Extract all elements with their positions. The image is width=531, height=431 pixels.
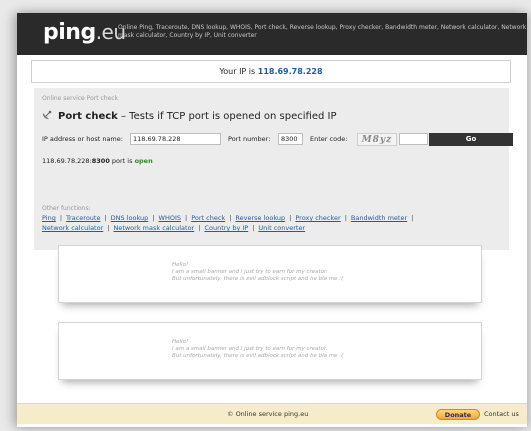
banner-line: But unfortunately, there is evil adblock… <box>172 353 344 359</box>
result-port: 8300 <box>91 157 110 165</box>
separator: | <box>104 214 107 222</box>
satellite-dish-icon <box>42 110 52 120</box>
separator: | <box>59 214 63 222</box>
link-unit-converter[interactable]: Unit converter <box>258 224 305 232</box>
site-logo[interactable]: ping.eu <box>43 20 126 45</box>
result-prefix: 118.69.78.228: <box>42 157 92 165</box>
code-label: Enter code: <box>310 135 348 143</box>
site-header: ping.eu Online Ping, Traceroute, DNS loo… <box>17 13 527 55</box>
ip-label: Your IP is <box>219 67 256 76</box>
donate-button[interactable]: Donate <box>436 409 480 420</box>
separator: | <box>107 224 110 232</box>
status-badge: open <box>134 157 153 165</box>
host-label: IP address or host name: <box>42 135 123 143</box>
separator: | <box>411 214 414 222</box>
page: ping.eu Online Ping, Traceroute, DNS loo… <box>17 13 527 427</box>
separator: | <box>185 214 188 222</box>
title-rest: – Tests if TCP port is opened on specifi… <box>117 111 337 122</box>
port-check-form: IP address or host name: Port number: En… <box>42 133 513 147</box>
code-input[interactable] <box>399 133 428 145</box>
link-proxy-checker[interactable]: Proxy checker <box>295 214 340 222</box>
link-dns-lookup[interactable]: DNS lookup <box>111 214 149 222</box>
result-middle: port is <box>109 157 135 165</box>
link-country-by-ip[interactable]: Country by IP <box>204 224 248 232</box>
host-input[interactable] <box>130 133 221 145</box>
other-functions-heading: Other functions: <box>42 205 91 212</box>
breadcrumb: Online service Port check <box>42 95 119 102</box>
port-input[interactable] <box>278 133 303 145</box>
site-footer: © Online service ping.eu Donate Contact … <box>17 403 527 424</box>
result-text: 118.69.78.228:8300 port is open <box>42 157 153 165</box>
link-network-calculator[interactable]: Network calculator <box>42 224 103 232</box>
separator: | <box>252 224 255 232</box>
port-label: Port number: <box>228 135 271 143</box>
link-traceroute[interactable]: Traceroute <box>66 214 100 222</box>
footer-copyright: © Online service ping.eu <box>227 410 309 418</box>
banner-line: I am a small banner and I just try to ea… <box>172 346 328 352</box>
tool-panel: Online service Port check Port check – T… <box>34 88 513 250</box>
ad-banner[interactable]: Hello! I am a small banner and I just tr… <box>58 322 482 380</box>
go-button[interactable]: Go <box>429 133 513 146</box>
logo-main: ping <box>43 20 96 45</box>
link-bandwidth-meter[interactable]: Bandwidth meter <box>351 214 407 222</box>
banner-text: Hello! I am a small banner and I just tr… <box>172 339 343 360</box>
title-bold: Port check <box>58 111 118 122</box>
separator: | <box>229 214 232 222</box>
link-ping[interactable]: Ping <box>42 214 56 222</box>
banner-line: Hello! <box>172 262 189 268</box>
banner-text: Hello! I am a small banner and I just tr… <box>172 262 343 283</box>
ip-value: 118.69.78.228 <box>257 67 323 76</box>
link-network-mask-calculator[interactable]: Network mask calculator <box>113 224 194 232</box>
separator: | <box>198 224 201 232</box>
banner-line: But unfortunately, there is evil adblock… <box>172 276 344 282</box>
captcha-image: M8yz <box>357 133 397 146</box>
banner-line: Hello! <box>172 339 189 345</box>
contact-link[interactable]: Contact us <box>484 410 519 418</box>
separator: | <box>289 214 292 222</box>
page-title: Port check – Tests if TCP port is opened… <box>42 110 337 122</box>
separator: | <box>344 214 347 222</box>
link-whois[interactable]: WHOIS <box>159 214 181 222</box>
header-description: Online Ping, Traceroute, DNS lookup, WHO… <box>118 24 527 39</box>
ip-bar: Your IP is 118.69.78.228 <box>31 60 511 83</box>
ad-banner[interactable]: Hello! I am a small banner and I just tr… <box>58 245 482 303</box>
link-reverse-lookup[interactable]: Reverse lookup <box>235 214 285 222</box>
link-port-check[interactable]: Port check <box>191 214 225 222</box>
banner-line: I am a small banner and I just try to ea… <box>172 269 328 275</box>
other-functions-links: Ping | Traceroute | DNS lookup | WHOIS | Port ch… <box>42 213 502 233</box>
separator: | <box>152 214 155 222</box>
